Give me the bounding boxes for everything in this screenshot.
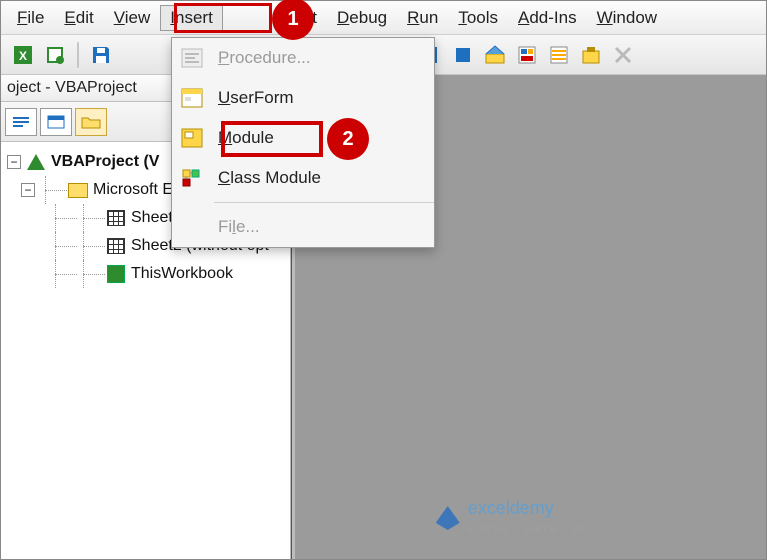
stop-icon[interactable] <box>449 41 477 69</box>
menu-item-label: Module <box>218 128 274 148</box>
project-explorer-icon[interactable] <box>513 41 541 69</box>
menu-addins[interactable]: Add-Ins <box>508 5 587 31</box>
menu-edit[interactable]: Edit <box>54 5 103 31</box>
tree-connector <box>39 176 67 204</box>
properties-icon[interactable] <box>545 41 573 69</box>
procedure-icon <box>178 45 206 71</box>
tree-connector <box>49 232 77 260</box>
module-icon <box>178 125 206 151</box>
tree-connector <box>49 204 77 232</box>
thisworkbook-icon <box>105 264 127 284</box>
menu-debug[interactable]: Debug <box>327 5 397 31</box>
menu-bar: File Edit View Insert at Debug Run Tools… <box>1 1 766 35</box>
insert-menu-dropdown: Procedure... UserForm Module Class Modul… <box>171 37 435 248</box>
annotation-callout-1: 1 <box>274 0 312 38</box>
toolbox-icon[interactable] <box>577 41 605 69</box>
tree-workbook[interactable]: ThisWorkbook <box>7 260 286 288</box>
blank-icon <box>178 214 206 240</box>
menu-window[interactable]: Window <box>587 5 667 31</box>
worksheet-icon <box>105 236 127 256</box>
menu-item-label: File... <box>218 217 260 237</box>
toolbar-separator <box>77 42 79 68</box>
collapse-icon[interactable]: − <box>21 183 35 197</box>
tree-connector <box>77 260 105 288</box>
menu-separator <box>214 202 434 203</box>
annotation-callout-2: 2 <box>329 120 367 158</box>
design-mode-icon[interactable] <box>481 41 509 69</box>
menu-item-class-module[interactable]: Class Module <box>172 158 434 198</box>
tree-label: VBAProject (V <box>51 148 159 176</box>
menu-run[interactable]: Run <box>397 5 448 31</box>
folder-icon <box>67 180 89 200</box>
menu-item-userform[interactable]: UserForm <box>172 78 434 118</box>
view-object-icon[interactable] <box>40 108 72 136</box>
menu-item-module[interactable]: Module <box>172 118 434 158</box>
class-module-icon <box>178 165 206 191</box>
watermark-brand: exceldemy <box>468 498 554 518</box>
tree-label: ThisWorkbook <box>131 260 233 288</box>
exceldemy-logo-icon <box>436 506 460 530</box>
save-icon[interactable] <box>87 41 115 69</box>
svg-text:X: X <box>19 49 27 63</box>
tree-connector <box>49 260 77 288</box>
watermark: exceldemy EXCEL · DATA · BI <box>436 499 586 537</box>
tree-connector <box>77 204 105 232</box>
watermark-tagline: EXCEL · DATA · BI <box>468 524 586 535</box>
menu-item-label: Class Module <box>218 168 321 188</box>
menu-tools[interactable]: Tools <box>448 5 508 31</box>
tree-connector <box>77 232 105 260</box>
excel-icon[interactable]: X <box>9 41 37 69</box>
view-code-icon[interactable] <box>5 108 37 136</box>
menu-item-label: UserForm <box>218 88 294 108</box>
menu-item-label: Procedure... <box>218 48 311 68</box>
menu-insert[interactable]: Insert <box>160 5 223 31</box>
tree-label: Microsoft Ex <box>93 176 181 204</box>
userform-icon <box>178 85 206 111</box>
menu-view[interactable]: View <box>104 5 161 31</box>
menu-item-procedure: Procedure... <box>172 38 434 78</box>
menu-file[interactable]: File <box>7 5 54 31</box>
vbaproject-icon <box>25 152 47 172</box>
options-icon[interactable] <box>609 41 637 69</box>
collapse-icon[interactable]: − <box>7 155 21 169</box>
worksheet-icon <box>105 208 127 228</box>
insert-object-icon[interactable] <box>41 41 69 69</box>
menu-item-file: File... <box>172 207 434 247</box>
toggle-folders-icon[interactable] <box>75 108 107 136</box>
